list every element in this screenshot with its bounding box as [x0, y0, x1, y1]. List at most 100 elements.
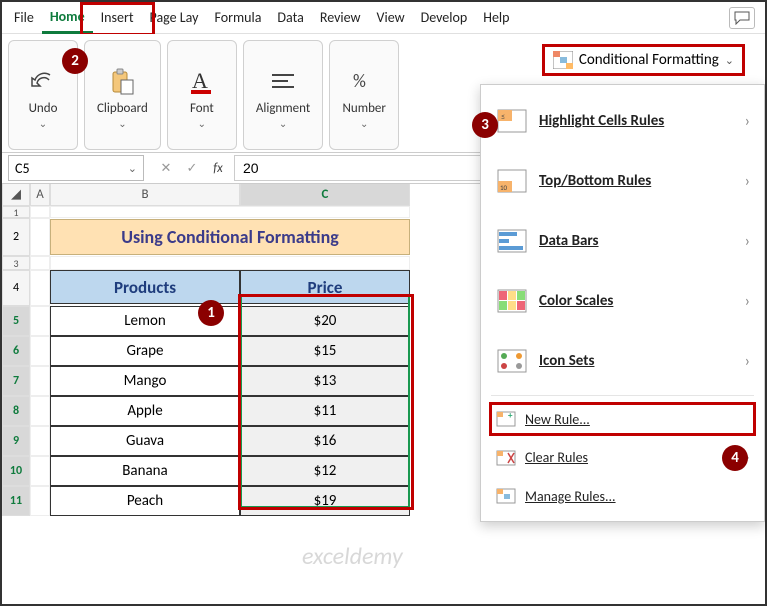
cell-price[interactable]: $19	[240, 486, 410, 516]
row-header[interactable]: 9	[2, 426, 30, 456]
chevron-down-icon: ⌄	[128, 162, 137, 175]
menu-label: Color Scales	[539, 292, 739, 310]
menu-manage-rules[interactable]: Manage Rules...	[481, 477, 764, 515]
name-box[interactable]: C5 ⌄	[8, 155, 144, 181]
row-header[interactable]: 5	[2, 306, 30, 336]
row-header[interactable]: 10	[2, 456, 30, 486]
chevron-down-icon: ⌄	[39, 117, 47, 130]
font-icon: A	[186, 64, 218, 100]
tab-page-layout[interactable]: Page Lay	[142, 3, 207, 32]
new-rule-icon: +	[495, 410, 517, 428]
ribbon-group-number[interactable]: % Number ⌄	[329, 40, 399, 150]
header-price[interactable]: Price	[240, 270, 410, 304]
col-header-a[interactable]: A	[30, 184, 50, 206]
cell-product[interactable]: Mango	[50, 366, 240, 396]
menu-top-bottom-rules[interactable]: 10 Top/Bottom Rules ›	[481, 151, 764, 211]
tab-developer[interactable]: Develop	[413, 3, 476, 32]
cell[interactable]	[30, 396, 50, 426]
menu-color-scales[interactable]: Color Scales ›	[481, 271, 764, 331]
row-header-3[interactable]: 3	[2, 256, 30, 270]
cf-button-label: Conditional Formatting	[579, 51, 719, 69]
accept-icon[interactable]: ✓	[182, 161, 202, 176]
callout-4: 4	[722, 445, 748, 471]
tab-data[interactable]: Data	[269, 3, 311, 32]
chevron-down-icon: ⌄	[198, 117, 206, 130]
callout-1: 1	[198, 300, 224, 326]
top-bottom-icon: 10	[495, 167, 529, 195]
cancel-icon[interactable]: ✕	[156, 161, 176, 176]
row-header[interactable]: 8	[2, 396, 30, 426]
cell-product[interactable]: Banana	[50, 456, 240, 486]
header-products[interactable]: Products	[50, 270, 240, 304]
svg-text:10: 10	[500, 183, 508, 192]
cell[interactable]	[30, 256, 50, 270]
cell-product[interactable]: Peach	[50, 486, 240, 516]
tab-review[interactable]: Review	[312, 3, 369, 32]
formula-bar-buttons: ✕ ✓ fx	[156, 161, 228, 176]
cell[interactable]	[30, 486, 50, 516]
cell-product[interactable]: Guava	[50, 426, 240, 456]
cell[interactable]	[30, 336, 50, 366]
cell[interactable]	[30, 306, 50, 336]
cell[interactable]	[50, 256, 410, 270]
col-header-c[interactable]: C	[240, 184, 410, 206]
chevron-down-icon: ⌄	[360, 117, 368, 130]
name-box-value: C5	[15, 160, 30, 177]
cell[interactable]	[30, 426, 50, 456]
row-header-2[interactable]: 2	[2, 218, 30, 256]
number-icon: %	[348, 64, 380, 100]
menu-data-bars[interactable]: Data Bars ›	[481, 211, 764, 271]
row-header[interactable]: 6	[2, 336, 30, 366]
font-label: Font	[190, 102, 214, 116]
menu-highlight-cells-rules[interactable]: ≤ Highlight Cells Rules ›	[481, 91, 764, 151]
tab-view[interactable]: View	[369, 3, 413, 32]
chevron-right-icon: ›	[745, 232, 750, 251]
callout-2: 2	[62, 48, 88, 74]
ribbon-group-font[interactable]: A Font ⌄	[167, 40, 237, 150]
cell-product[interactable]: Apple	[50, 396, 240, 426]
cell[interactable]	[30, 270, 50, 306]
conditional-formatting-button[interactable]: Conditional Formatting ⌄	[542, 44, 745, 76]
cell-price[interactable]: $11	[240, 396, 410, 426]
row-header[interactable]: 7	[2, 366, 30, 396]
tab-help[interactable]: Help	[475, 3, 517, 32]
title-banner[interactable]: Using Conditional Formatting	[50, 219, 410, 255]
tab-file[interactable]: File	[6, 3, 42, 32]
manage-rules-icon	[495, 487, 517, 505]
cell-price[interactable]: $16	[240, 426, 410, 456]
menu-label: Top/Bottom Rules	[539, 172, 739, 190]
menu-label: Clear Rules	[525, 449, 739, 466]
row-header[interactable]: 11	[2, 486, 30, 516]
cell-price[interactable]: $15	[240, 336, 410, 366]
tab-insert[interactable]: Insert	[93, 3, 142, 32]
tab-formulas[interactable]: Formula	[206, 3, 269, 32]
ribbon-group-alignment[interactable]: Alignment ⌄	[243, 40, 323, 150]
chevron-down-icon: ⌄	[118, 117, 126, 130]
tab-home[interactable]: Home	[42, 2, 93, 34]
alignment-label: Alignment	[256, 102, 310, 116]
menu-label: New Rule...	[525, 411, 750, 428]
select-all-corner[interactable]: ◢	[2, 184, 30, 206]
cell[interactable]	[30, 456, 50, 486]
cell[interactable]	[50, 206, 410, 218]
cell-product[interactable]: Grape	[50, 336, 240, 366]
menu-new-rule[interactable]: + New Rule...	[481, 400, 764, 438]
menu-icon-sets[interactable]: Icon Sets ›	[481, 331, 764, 391]
menu-separator	[491, 395, 754, 396]
row-header-1[interactable]: 1	[2, 206, 30, 218]
comments-icon[interactable]	[729, 7, 755, 29]
menu-label: Data Bars	[539, 232, 739, 250]
col-header-b[interactable]: B	[50, 184, 240, 206]
cell[interactable]	[30, 218, 50, 256]
row-header-4[interactable]: 4	[2, 270, 30, 306]
cell-price[interactable]: $20	[240, 306, 410, 336]
cell-price[interactable]: $13	[240, 366, 410, 396]
ribbon-group-clipboard[interactable]: Clipboard ⌄	[84, 40, 161, 150]
callout-3: 3	[472, 112, 498, 138]
cell[interactable]	[30, 366, 50, 396]
cell[interactable]	[30, 206, 50, 218]
svg-text:%: %	[353, 71, 366, 92]
cell-price[interactable]: $12	[240, 456, 410, 486]
fx-icon[interactable]: fx	[208, 161, 228, 176]
ribbon: Undo ⌄ Clipboard ⌄ A Font ⌄ Alignment ⌄ …	[2, 34, 765, 152]
